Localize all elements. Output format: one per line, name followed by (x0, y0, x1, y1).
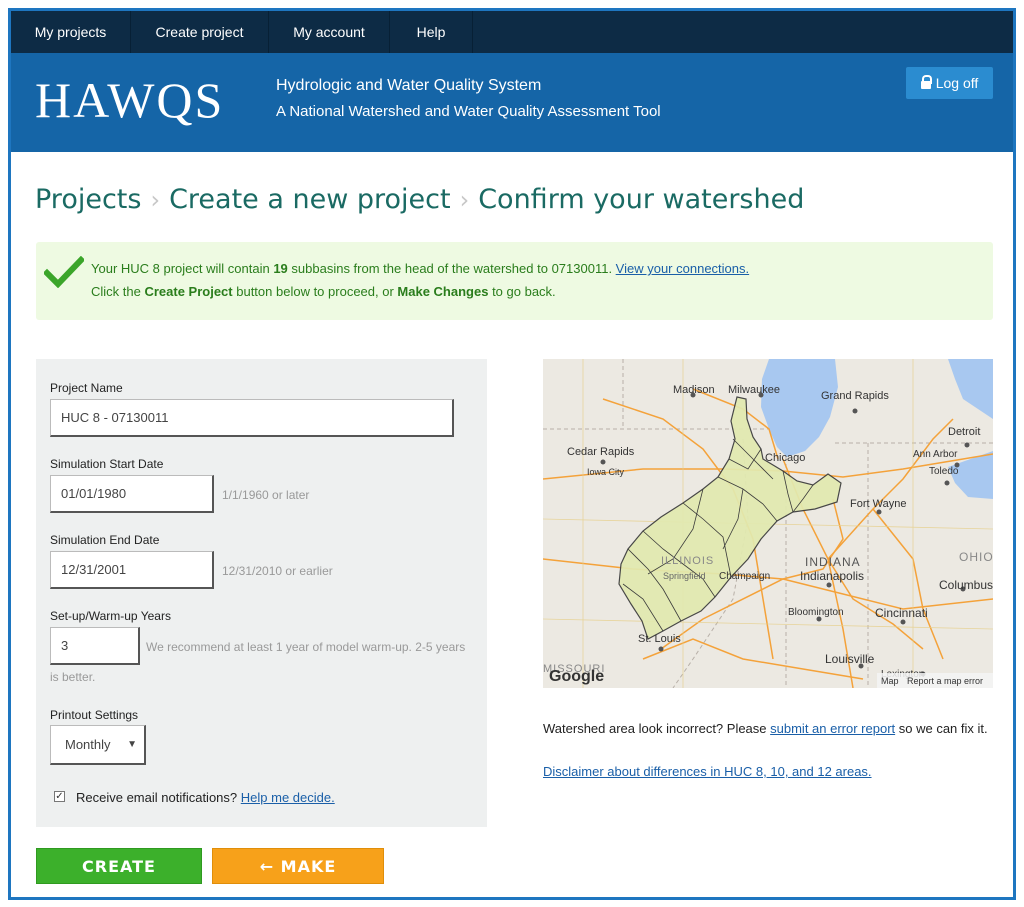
end-date-hint: 12/31/2010 or earlier (222, 564, 333, 578)
start-date-label: Simulation Start Date (50, 457, 164, 471)
city-label: Indianapolis (800, 569, 864, 583)
city-label: Ann Arbor (913, 449, 958, 460)
alert-bold-create: Create Project (144, 284, 233, 299)
nav-help[interactable]: Help (390, 11, 472, 53)
project-name-input[interactable]: HUC 8 - 07130011 (50, 399, 454, 437)
printout-value: Monthly (65, 737, 111, 752)
map-note: Watershed area look incorrect? Please su… (543, 717, 993, 740)
start-date-input[interactable]: 01/01/1980 (50, 475, 214, 513)
alert-text: button below to proceed, or (232, 284, 398, 299)
alert-text: Click the (91, 284, 145, 299)
help-me-decide-link[interactable]: Help me decide. (241, 790, 335, 805)
alert-line-2: Click the Create Project button below to… (91, 284, 556, 299)
city-label: Madison (673, 384, 715, 396)
city-label: St. Louis (638, 633, 681, 645)
email-notify-label: Receive email notifications? Help me dec… (76, 790, 335, 805)
google-logo: Google (549, 668, 604, 685)
start-date-hint: 1/1/1960 or later (222, 488, 310, 502)
lock-icon (920, 75, 932, 89)
top-nav: My projects Create project My account He… (11, 11, 1013, 53)
city-label: Bloomington (788, 607, 844, 618)
map-footer: Map (881, 676, 899, 686)
checkmark-icon (44, 256, 84, 288)
success-alert: Your HUC 8 project will contain 19 subba… (36, 242, 993, 320)
alert-text: Your HUC 8 project will contain (91, 261, 274, 276)
city-label: Springfield (663, 571, 706, 581)
warmup-hint-cont: is better. (50, 670, 96, 684)
map-note-text: so we can fix it. (895, 721, 988, 736)
nav-divider (472, 11, 473, 53)
email-notify-checkbox[interactable]: ✓ (54, 791, 65, 802)
nav-my-account[interactable]: My account (269, 11, 389, 53)
warmup-years-input[interactable]: 3 (50, 627, 140, 665)
city-label: Iowa City (587, 467, 625, 477)
city-label: Champaign (719, 571, 770, 582)
state-label: INDIANA (805, 555, 861, 569)
caret-down-icon: ▼ (127, 739, 137, 750)
project-name-label: Project Name (50, 381, 123, 395)
log-off-button[interactable]: Log off (906, 67, 993, 99)
report-map-error[interactable]: Report a map error (907, 676, 983, 686)
city-label: Cincinnati (875, 606, 928, 620)
state-label: OHIO (959, 550, 993, 564)
city-label: Milwaukee (728, 384, 780, 396)
map-note-text: Watershed area look incorrect? Please (543, 721, 771, 736)
create-project-button[interactable]: CREATE PROJECT (36, 848, 202, 897)
nav-my-projects[interactable]: My projects (11, 11, 130, 53)
map-canvas: Madison Milwaukee Grand Rapids Detroit C… (543, 359, 993, 688)
city-label: Toledo (929, 466, 959, 477)
huc-disclaimer-link[interactable]: Disclaimer about differences in HUC 8, 1… (543, 764, 872, 779)
make-changes-button[interactable]: ← MAKE CHANGES (212, 848, 384, 897)
breadcrumb-confirm-watershed: Confirm your watershed (478, 184, 805, 215)
arrow-left-icon: ← (259, 857, 275, 876)
watershed-map[interactable]: Madison Milwaukee Grand Rapids Detroit C… (543, 359, 993, 688)
site-header: HAWQS Hydrologic and Water Quality Syste… (11, 53, 1013, 152)
project-form: Project Name HUC 8 - 07130011 Simulation… (36, 359, 487, 827)
city-label: Detroit (948, 426, 980, 438)
printout-select[interactable]: Monthly ▼ (50, 725, 146, 765)
alert-bold-changes: Make Changes (397, 284, 489, 299)
alert-text: subbasins from the head of the watershed… (287, 261, 616, 276)
state-label: ILLINOIS (661, 555, 714, 567)
warmup-label: Set-up/Warm-up Years (50, 609, 171, 623)
alert-text: to go back. (488, 284, 556, 299)
submit-error-report-link[interactable]: submit an error report (770, 721, 895, 736)
email-label-text: Receive email notifications? (76, 790, 238, 805)
site-tagline: Hydrologic and Water Quality System (276, 77, 542, 94)
lake-huron (948, 359, 993, 419)
printout-label: Printout Settings (50, 708, 139, 722)
breadcrumb: Projects › Create a new project › Confirm yo… (35, 183, 804, 215)
end-date-input[interactable]: 12/31/2001 (50, 551, 214, 589)
city-label: Fort Wayne (850, 498, 906, 510)
log-off-label: Log off (935, 75, 979, 91)
end-date-label: Simulation End Date (50, 533, 160, 547)
chevron-right-icon: › (150, 185, 161, 214)
subbasin-count: 19 (273, 261, 288, 276)
alert-line-1: Your HUC 8 project will contain 19 subba… (91, 261, 749, 276)
city-label: Chicago (765, 452, 805, 464)
page-frame: My projects Create project My account He… (8, 8, 1016, 900)
chevron-right-icon: › (459, 185, 470, 214)
city-label: Columbus (939, 578, 993, 592)
breadcrumb-projects[interactable]: Projects (35, 184, 141, 215)
hawqs-logo[interactable]: HAWQS (35, 71, 224, 129)
city-label: Cedar Rapids (567, 446, 635, 458)
warmup-hint: We recommend at least 1 year of model wa… (146, 640, 466, 654)
nav-create-project[interactable]: Create project (131, 11, 268, 53)
city-label: Louisville (825, 652, 875, 666)
site-subtagline: A National Watershed and Water Quality A… (276, 103, 661, 120)
interstate-roads (543, 388, 993, 688)
breadcrumb-create-project[interactable]: Create a new project (169, 184, 451, 215)
city-label: Grand Rapids (821, 390, 889, 402)
view-connections-link[interactable]: View your connections. (616, 261, 749, 276)
